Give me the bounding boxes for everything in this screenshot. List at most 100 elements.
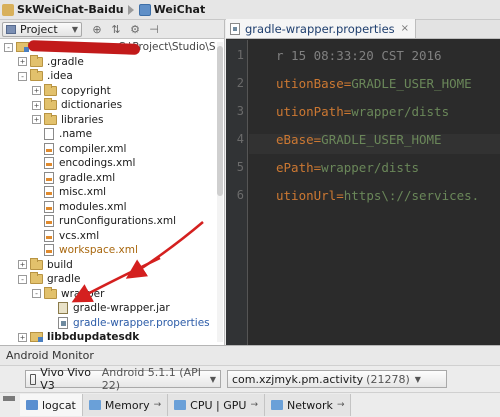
expand-icon[interactable]: + (18, 260, 27, 270)
breadcrumb-item-module[interactable]: WeiChat (137, 0, 210, 20)
module-icon (138, 3, 151, 16)
tree-item-label: runConfigurations.xml (59, 215, 177, 228)
pin-icon[interactable]: → (337, 400, 345, 410)
project-tree-scrollbar[interactable] (217, 42, 223, 342)
tree-item[interactable]: misc.xml (0, 185, 224, 200)
code-token: GRADLE_USER_HOME (351, 76, 472, 91)
collapse-icon[interactable]: - (32, 289, 41, 299)
code-token: utionPath (276, 104, 344, 119)
code-token: utionUrl (276, 188, 337, 203)
project-view-selector[interactable]: Project ▼ (2, 21, 82, 37)
xml-icon (44, 200, 54, 213)
monitor-tab-cpu-gpu[interactable]: CPU | GPU → (168, 394, 265, 416)
folder-icon (44, 112, 57, 125)
xml-icon (44, 157, 54, 170)
process-name: com.xzjmyk.pm.activity (232, 372, 364, 386)
editor-tab-label: gradle-wrapper.properties (245, 21, 395, 36)
tree-item-label: gradle (47, 273, 81, 286)
folder-icon (44, 83, 57, 96)
tree-item[interactable]: gradle.xml (0, 171, 224, 186)
tree-item[interactable]: - wrapper (0, 286, 224, 302)
tree-item[interactable]: runConfigurations.xml (0, 214, 224, 229)
tree-item[interactable]: gradle-wrapper.properties (0, 316, 224, 331)
tree-item[interactable]: gradle-wrapper.jar (0, 301, 224, 316)
expand-icon[interactable]: + (18, 332, 27, 342)
settings-gear-icon[interactable]: ⚙ (128, 23, 142, 36)
expand-icon[interactable]: + (32, 86, 41, 96)
android-monitor-title: Android Monitor (0, 346, 500, 366)
breadcrumb-item-project[interactable]: SkWeiChat-Baidu (0, 0, 128, 20)
monitor-tab-label: logcat (42, 398, 76, 412)
tree-item[interactable]: + dictionaries (0, 98, 224, 113)
line-number: 2 (236, 76, 244, 90)
code-token: = (336, 188, 344, 203)
device-selector[interactable]: Vivo Vivo V3 Android 5.1.1 (API 22) ▼ (25, 366, 221, 392)
tree-item[interactable]: workspace.xml (0, 243, 224, 258)
tree-item[interactable]: + copyright (0, 83, 224, 99)
chevron-right-icon (127, 4, 134, 15)
collapse-icon[interactable]: - (18, 71, 27, 81)
tree-item-label: gradle-wrapper.properties (73, 316, 210, 329)
tree-item[interactable]: compiler.xml (0, 142, 224, 157)
tree-item-label: copyright (61, 84, 111, 97)
tree-item-label: libbdupdatesdk (47, 331, 140, 344)
tree-item-label: gradle-wrapper.jar (73, 302, 170, 315)
line-number: 6 (236, 188, 244, 202)
tree-root-row[interactable]: - C:\Project\Studio\S (0, 40, 224, 55)
memory-icon (88, 400, 101, 410)
tree-item-label: .name (59, 128, 93, 141)
monitor-tab-label: Network (287, 398, 333, 412)
hide-icon[interactable]: ⊣ (147, 23, 161, 36)
line-number-gutter: 1 2 3 4 5 6 (226, 40, 248, 345)
pin-icon[interactable]: → (154, 400, 162, 410)
collapse-icon[interactable]: - (4, 42, 13, 52)
editor-tab-gradle-wrapper-properties[interactable]: gradle-wrapper.properties × (226, 19, 417, 38)
tree-item[interactable]: - .idea (0, 69, 224, 84)
xml-icon (44, 229, 54, 242)
tree-item[interactable]: + libraries (0, 112, 224, 128)
close-tab-icon[interactable]: × (401, 23, 409, 34)
expand-icon[interactable]: + (32, 100, 41, 110)
sync-icon[interactable]: ⊕ (90, 23, 104, 36)
monitor-tab-network[interactable]: Network → (265, 394, 352, 416)
tree-item-label: libraries (61, 113, 104, 126)
tree-item-label: encodings.xml (59, 157, 136, 170)
code-token: GRADLE_USER_HOME (321, 132, 442, 147)
tree-item[interactable]: + libbdupdatesdk (0, 330, 224, 345)
device-android-version: Android 5.1.1 (API 22) (101, 366, 201, 392)
monitor-tab-bar: logcat Memory → CPU | GPU → Network → (0, 392, 500, 416)
network-icon (271, 400, 283, 410)
capture-icon[interactable] (3, 396, 15, 401)
xml-icon (44, 186, 54, 199)
tree-item[interactable]: - gradle (0, 272, 224, 287)
expand-icon[interactable]: + (32, 115, 41, 125)
tree-item-label: vcs.xml (59, 229, 100, 242)
collapse-all-icon[interactable]: ⇅ (109, 23, 123, 36)
code-token: wrapper/dists (351, 104, 450, 119)
tree-item[interactable]: encodings.xml (0, 156, 224, 171)
scrollbar-thumb[interactable] (217, 46, 223, 196)
props-icon (58, 316, 68, 329)
breadcrumb-label: WeiChat (153, 3, 206, 16)
monitor-tab-logcat[interactable]: logcat (20, 394, 83, 416)
project-panel-header: Project ▼ ⊕ ⇅ ⚙ ⊣ (0, 20, 224, 39)
code-token: ePath (276, 160, 314, 175)
monitor-tab-memory[interactable]: Memory → (82, 394, 169, 416)
pin-icon[interactable]: → (250, 400, 258, 410)
collapse-icon[interactable]: - (18, 274, 27, 284)
expand-icon[interactable]: + (18, 57, 27, 67)
tree-item[interactable]: vcs.xml (0, 229, 224, 244)
code-token: utionBase (276, 76, 344, 91)
chevron-down-icon: ▼ (414, 374, 421, 384)
tree-item[interactable]: + build (0, 257, 224, 273)
tree-item[interactable]: + .gradle (0, 54, 224, 70)
tree-item[interactable]: modules.xml (0, 200, 224, 215)
tree-item[interactable]: .name (0, 127, 224, 142)
process-selector[interactable]: com.xzjmyk.pm.activity (21278) ▼ (227, 370, 447, 388)
